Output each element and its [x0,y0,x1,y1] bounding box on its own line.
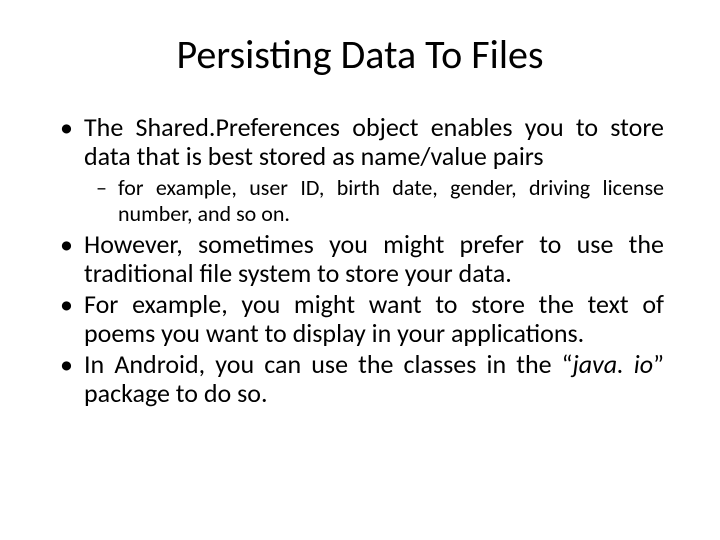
bullet-text: In Android, you can use the classes in t… [84,350,664,408]
bullet-text: The Shared.Preferences object enables yo… [84,113,664,171]
list-item: However, sometimes you might prefer to u… [56,230,664,288]
list-item: for example, user ID, birth date, gender… [92,175,664,226]
slide: Persisting Data To Files The Shared.Pref… [0,0,720,540]
bullet-text: For example, you might want to store the… [84,290,664,348]
list-item: In Android, you can use the classes in t… [56,350,664,408]
list-item: The Shared.Preferences object enables yo… [56,113,664,226]
bullet-list: The Shared.Preferences object enables yo… [56,113,664,408]
sub-list: for example, user ID, birth date, gender… [92,175,664,226]
sub-bullet-text: for example, user ID, birth date, gender… [118,175,664,226]
bullet-text-pre: In Android, you can use the classes in t… [84,348,573,380]
bullet-text: However, sometimes you might prefer to u… [84,230,664,288]
list-item: For example, you might want to store the… [56,290,664,348]
bullet-text-italic: java. io [573,348,654,380]
slide-title: Persisting Data To Files [56,30,664,79]
